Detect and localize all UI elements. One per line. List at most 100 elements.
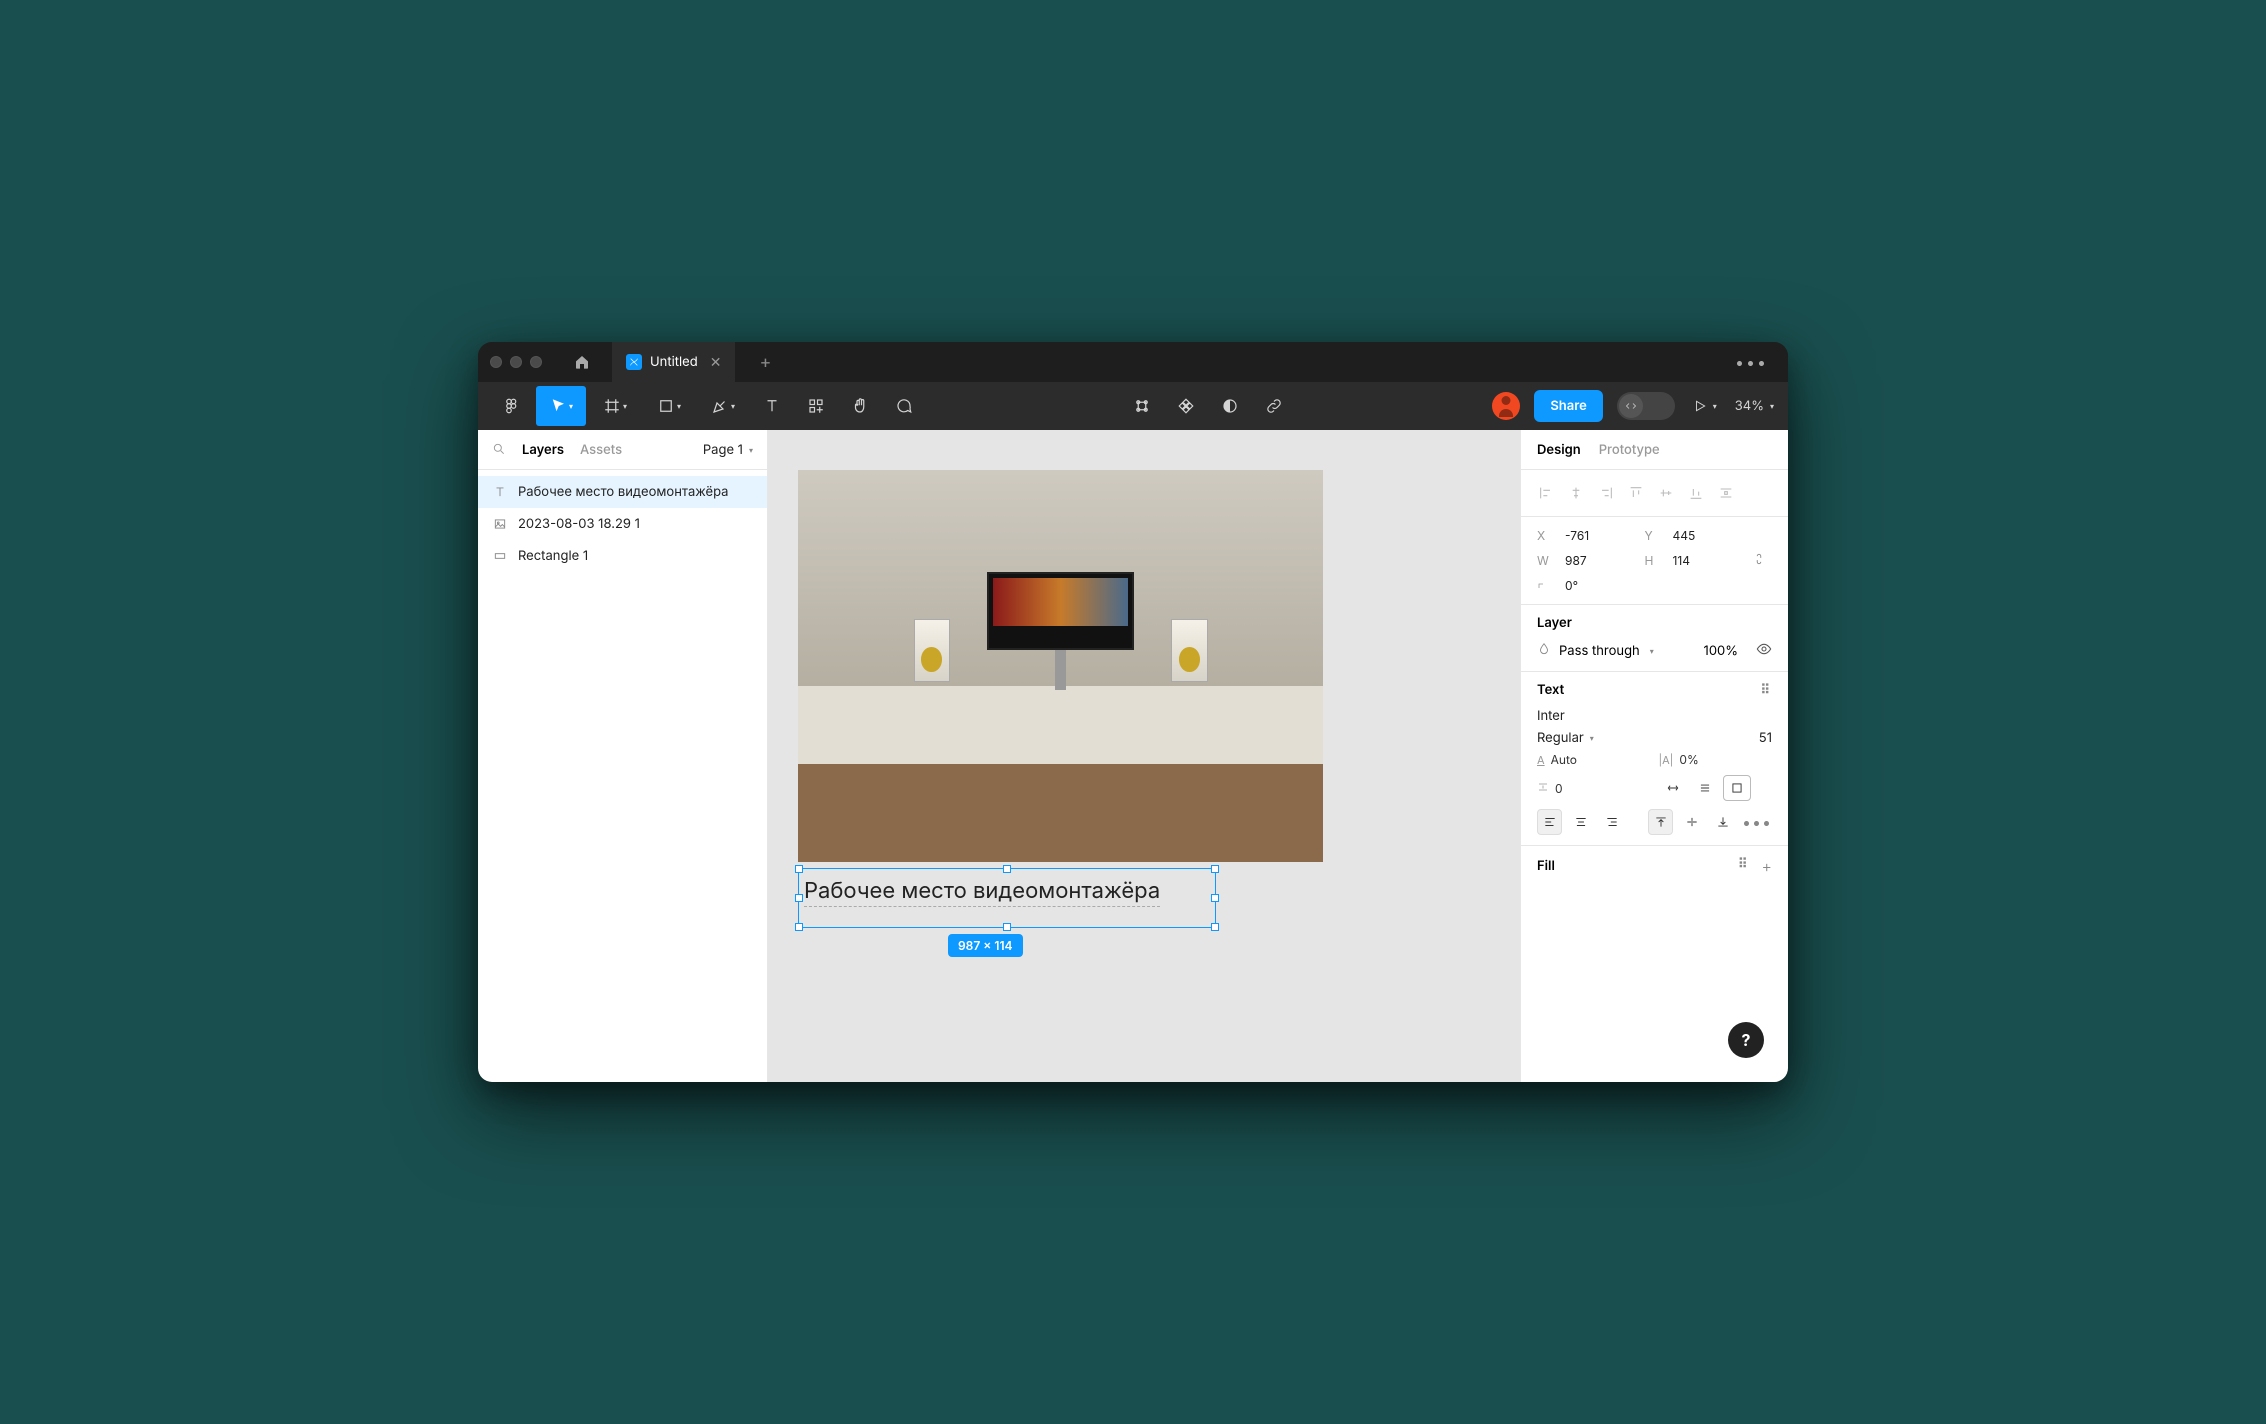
w-input[interactable] [1563,552,1635,569]
x-label: X [1537,528,1553,543]
line-height-value[interactable]: Auto [1551,752,1577,767]
link-tool[interactable] [1254,386,1294,426]
resize-handle-ml[interactable] [795,894,803,902]
text-tool[interactable] [752,386,792,426]
layer-item[interactable]: Рабочее место видеомонтажёра [478,476,767,508]
align-vcenter-icon[interactable] [1657,484,1675,502]
layer-item[interactable]: 2023-08-03 18.29 1 [478,508,767,540]
user-avatar[interactable] [1492,392,1520,420]
image-layer[interactable] [798,470,1323,862]
letter-spacing-icon: |A| [1659,753,1674,767]
canvas[interactable]: Рабочее место видеомонтажёра 987 × 114 [768,430,1520,1082]
document-tab[interactable]: Untitled ✕ [612,342,735,382]
text-valign-bottom-icon[interactable] [1711,809,1736,835]
search-icon[interactable] [492,440,506,460]
fill-section: Fill ⠿ + [1521,846,1788,896]
layer-name: 2023-08-03 18.29 1 [518,516,640,532]
window-close-dot[interactable] [490,356,502,368]
fixed-size-icon[interactable] [1723,775,1751,801]
distribute-icon[interactable] [1717,484,1735,502]
prototype-tab[interactable]: Prototype [1599,442,1660,458]
tab-close-icon[interactable]: ✕ [710,354,722,371]
h-input[interactable] [1671,552,1743,569]
zoom-value: 34% [1735,398,1764,414]
font-family-value[interactable]: Inter [1537,708,1565,724]
toolbar: ▾ ▾ ▾ ▾ [478,382,1788,430]
h-label: H [1645,553,1661,568]
text-align-right-icon[interactable] [1600,809,1625,835]
figma-doc-icon [626,354,642,370]
code-icon [1619,394,1643,418]
mask-tool[interactable] [1166,386,1206,426]
component-tool[interactable] [1122,386,1162,426]
opacity-value[interactable]: 100% [1704,643,1738,659]
auto-width-icon[interactable] [1659,775,1687,801]
share-button[interactable]: Share [1534,390,1602,422]
design-tab[interactable]: Design [1537,442,1581,458]
resize-handle-tl[interactable] [795,865,803,873]
text-style-icon[interactable]: ⠿ [1760,682,1772,698]
assets-tab[interactable]: Assets [580,442,622,458]
resources-tool[interactable] [796,386,836,426]
zoom-control[interactable]: 34%▾ [1735,398,1774,414]
align-right-icon[interactable] [1597,484,1615,502]
align-top-icon[interactable] [1627,484,1645,502]
shape-tool[interactable]: ▾ [644,386,694,426]
resize-handle-bm[interactable] [1003,923,1011,931]
layers-panel-header: Layers Assets Page 1 ▾ [478,430,767,470]
fill-style-icon[interactable]: ⠿ [1738,856,1750,876]
move-tool[interactable]: ▾ [536,386,586,426]
x-input[interactable] [1563,527,1635,544]
rect-layer-icon [492,548,508,564]
text-align-center-icon[interactable] [1568,809,1593,835]
comment-tool[interactable] [884,386,924,426]
pen-tool[interactable]: ▾ [698,386,748,426]
text-more-icon[interactable]: ••• [1742,812,1772,832]
frame-tool[interactable]: ▾ [590,386,640,426]
selection-dimensions: 987 × 114 [948,934,1023,957]
new-tab-button[interactable]: + [745,342,785,382]
rotation-input[interactable] [1563,577,1635,594]
help-button[interactable]: ? [1728,1022,1764,1058]
layer-name: Рабочее место видеомонтажёра [518,484,728,500]
blend-mode-value[interactable]: Pass through [1559,643,1640,659]
text-valign-top-icon[interactable] [1648,809,1673,835]
window-max-dot[interactable] [530,356,542,368]
align-bottom-icon[interactable] [1687,484,1705,502]
figma-menu-icon[interactable] [492,386,532,426]
text-align-left-icon[interactable] [1537,809,1562,835]
align-left-icon[interactable] [1537,484,1555,502]
align-hcenter-icon[interactable] [1567,484,1585,502]
resize-handle-mr[interactable] [1211,894,1219,902]
font-weight-value: Regular [1537,730,1584,746]
titlebar: Untitled ✕ + ••• [478,342,1788,382]
letter-spacing-value[interactable]: 0% [1679,752,1698,767]
overflow-menu-icon[interactable]: ••• [1727,352,1776,372]
resize-handle-br[interactable] [1211,923,1219,931]
hand-tool[interactable] [840,386,880,426]
fill-section-title: Fill [1537,858,1555,874]
layers-tab[interactable]: Layers [522,442,564,458]
paragraph-spacing-value[interactable]: 0 [1555,781,1563,796]
dev-mode-toggle[interactable] [1617,392,1675,420]
resize-handle-bl[interactable] [795,923,803,931]
font-weight-select[interactable]: Regular ▾ [1537,730,1594,746]
constrain-proportions-icon[interactable] [1752,552,1772,569]
window-min-dot[interactable] [510,356,522,368]
text-valign-middle-icon[interactable] [1679,809,1704,835]
resize-handle-tm[interactable] [1003,865,1011,873]
page-selector[interactable]: Page 1 ▾ [703,442,753,458]
home-button[interactable] [562,342,602,382]
y-input[interactable] [1671,527,1743,544]
present-button[interactable]: ▾ [1693,399,1717,413]
alignment-section [1521,470,1788,517]
layer-item[interactable]: Rectangle 1 [478,540,767,572]
resize-handle-tr[interactable] [1211,865,1219,873]
add-fill-icon[interactable]: + [1762,856,1772,876]
boolean-tool[interactable] [1210,386,1250,426]
window-controls [490,356,542,368]
font-size-value[interactable]: 51 [1759,730,1772,746]
auto-height-icon[interactable] [1691,775,1719,801]
rotation-icon [1537,578,1553,593]
visibility-icon[interactable] [1756,641,1772,661]
